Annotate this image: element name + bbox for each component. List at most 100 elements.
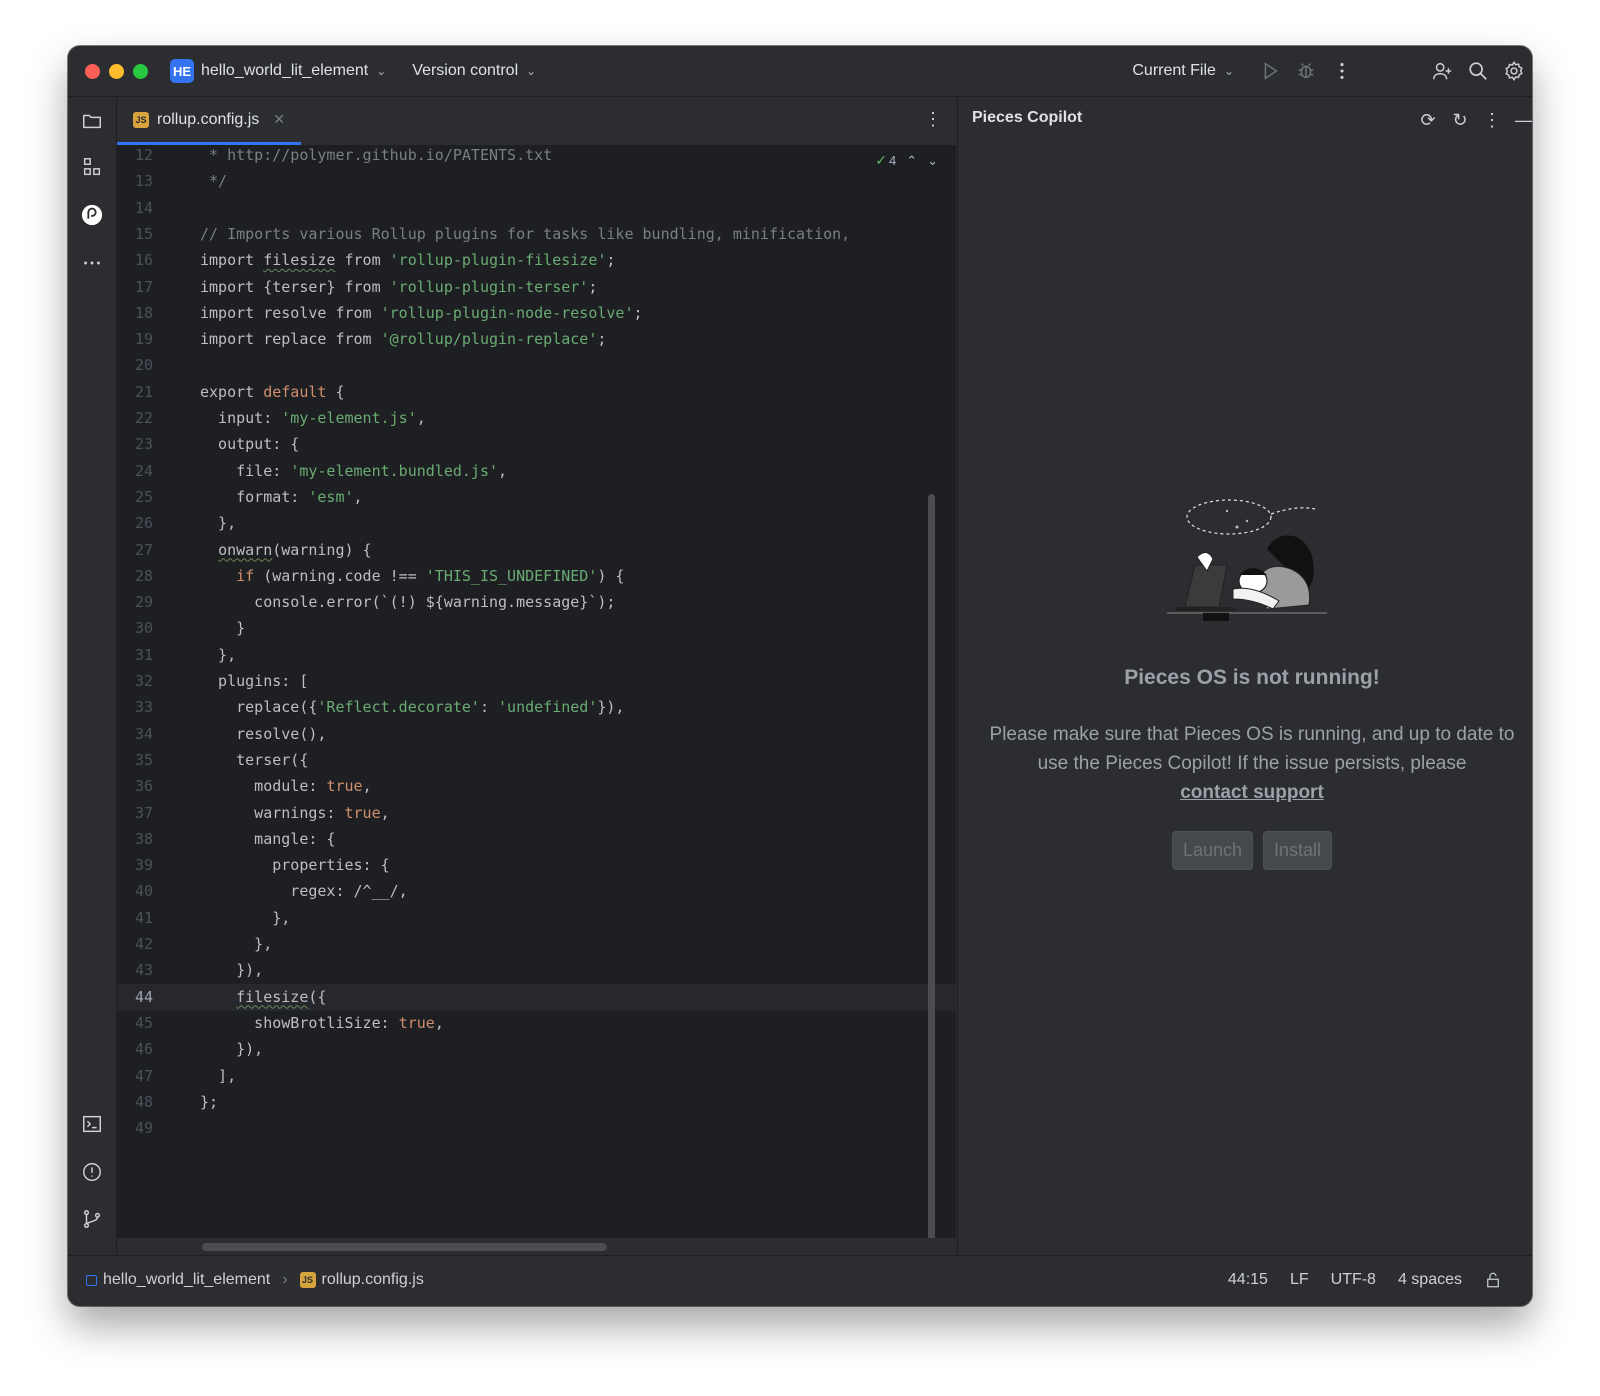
code-line[interactable]: 12 * http://polymer.github.io/PATENTS.tx… <box>117 146 956 169</box>
vertical-scrollbar[interactable] <box>928 494 935 1238</box>
settings-button[interactable] <box>1496 46 1532 96</box>
line-number[interactable]: 33 <box>117 694 153 721</box>
git-tool-button[interactable] <box>80 1207 104 1231</box>
line-number[interactable]: 27 <box>117 537 153 564</box>
line-number[interactable]: 29 <box>117 589 153 616</box>
code-line[interactable]: 42 }, <box>117 931 956 958</box>
file-encoding[interactable]: UTF-8 <box>1331 1271 1376 1289</box>
line-number[interactable]: 41 <box>117 905 153 932</box>
line-number[interactable]: 17 <box>117 274 153 301</box>
code-line[interactable]: 22 input: 'my-element.js', <box>117 405 956 432</box>
line-number[interactable]: 14 <box>117 195 153 222</box>
line-number[interactable]: 44 <box>117 984 153 1011</box>
zoom-window-button[interactable] <box>133 63 148 79</box>
code-line[interactable]: 37 warnings: true, <box>117 800 956 827</box>
line-number[interactable]: 40 <box>117 878 153 905</box>
code-editor[interactable]: 12 * http://polymer.github.io/PATENTS.tx… <box>117 146 956 1238</box>
lock-icon[interactable] <box>1484 1271 1502 1289</box>
code-line[interactable]: 36 module: true, <box>117 773 956 800</box>
line-number[interactable]: 32 <box>117 668 153 695</box>
line-number[interactable]: 28 <box>117 563 153 590</box>
terminal-tool-button[interactable] <box>80 1112 104 1136</box>
more-vertical-icon[interactable]: ⋮ <box>1480 105 1504 135</box>
line-number[interactable]: 25 <box>117 484 153 511</box>
line-number[interactable]: 18 <box>117 300 153 327</box>
run-button[interactable] <box>1252 46 1288 96</box>
project-switcher[interactable]: hello_world_lit_element ⌄ <box>201 62 386 80</box>
pieces-tool-button[interactable] <box>80 203 104 227</box>
line-ending[interactable]: LF <box>1290 1271 1309 1289</box>
code-line[interactable]: 30 } <box>117 615 956 642</box>
line-number[interactable]: 23 <box>117 431 153 458</box>
line-number[interactable]: 21 <box>117 379 153 406</box>
line-number[interactable]: 20 <box>117 352 153 379</box>
code-line[interactable]: 28 if (warning.code !== 'THIS_IS_UNDEFIN… <box>117 563 956 590</box>
code-line[interactable]: 40 regex: /^__/, <box>117 878 956 905</box>
line-number[interactable]: 45 <box>117 1010 153 1037</box>
line-number[interactable]: 12 <box>117 146 153 169</box>
version-control-menu[interactable]: Version control ⌄ <box>412 62 536 80</box>
line-number[interactable]: 48 <box>117 1089 153 1116</box>
line-number[interactable]: 36 <box>117 773 153 800</box>
code-line[interactable]: 48}; <box>117 1089 956 1116</box>
search-everywhere-button[interactable] <box>1460 46 1496 96</box>
code-line[interactable]: 34 resolve(), <box>117 721 956 748</box>
code-line[interactable]: 32 plugins: [ <box>117 668 956 695</box>
code-line[interactable]: 35 terser({ <box>117 747 956 774</box>
line-number[interactable]: 31 <box>117 642 153 669</box>
line-number[interactable]: 26 <box>117 510 153 537</box>
code-line[interactable]: 24 file: 'my-element.bundled.js', <box>117 458 956 485</box>
structure-tool-button[interactable] <box>80 155 104 179</box>
line-number[interactable]: 49 <box>117 1115 153 1142</box>
line-number[interactable]: 19 <box>117 326 153 353</box>
minimize-window-button[interactable] <box>109 63 124 79</box>
more-actions-button[interactable] <box>1324 46 1360 96</box>
next-highlight-icon[interactable]: ⌄ <box>927 153 938 169</box>
code-with-me-button[interactable] <box>1424 46 1460 96</box>
contact-support-link[interactable]: contact support <box>1180 782 1324 803</box>
minimize-icon[interactable]: — <box>1512 105 1532 135</box>
code-line[interactable]: 39 properties: { <box>117 852 956 879</box>
more-tools-button[interactable] <box>80 251 104 275</box>
code-line[interactable]: 33 replace({'Reflect.decorate': 'undefin… <box>117 694 956 721</box>
code-line[interactable]: 13 */ <box>117 168 956 195</box>
line-number[interactable]: 39 <box>117 852 153 879</box>
code-line[interactable]: 45 showBrotliSize: true, <box>117 1010 956 1037</box>
line-number[interactable]: 38 <box>117 826 153 853</box>
code-line[interactable]: 46 }), <box>117 1036 956 1063</box>
code-line[interactable]: 29 console.error(`(!) ${warning.message}… <box>117 589 956 616</box>
code-line[interactable]: 17 import {terser} from 'rollup-plugin-te… <box>117 274 956 301</box>
sync-icon[interactable]: ⟳ <box>1416 105 1440 135</box>
code-line[interactable]: 27 onwarn(warning) { <box>117 537 956 564</box>
line-number[interactable]: 43 <box>117 957 153 984</box>
line-number[interactable]: 13 <box>117 168 153 195</box>
code-line[interactable]: 21 export default { <box>117 379 956 406</box>
refresh-icon[interactable]: ↻ <box>1448 105 1472 135</box>
close-icon[interactable]: ✕ <box>273 111 285 128</box>
code-line[interactable]: 49 <box>117 1115 956 1142</box>
line-number[interactable]: 46 <box>117 1036 153 1063</box>
code-line[interactable]: 25 format: 'esm', <box>117 484 956 511</box>
code-line[interactable]: 14 <box>117 195 956 222</box>
line-number[interactable]: 47 <box>117 1063 153 1090</box>
code-line[interactable]: 41 }, <box>117 905 956 932</box>
line-number[interactable]: 24 <box>117 458 153 485</box>
line-number[interactable]: 30 <box>117 615 153 642</box>
project-tool-button[interactable] <box>80 109 104 133</box>
line-number[interactable]: 42 <box>117 931 153 958</box>
launch-button[interactable]: Launch <box>1171 831 1254 870</box>
line-number[interactable]: 35 <box>117 747 153 774</box>
previous-highlight-icon[interactable]: ⌃ <box>906 153 917 169</box>
close-window-button[interactable] <box>85 63 100 79</box>
tab-options-icon[interactable]: ⋮ <box>924 109 942 130</box>
inspection-widget[interactable]: ✓ 4 ⌃ ⌄ <box>875 152 938 169</box>
code-line[interactable]: 20 <box>117 352 956 379</box>
line-number[interactable]: 34 <box>117 721 153 748</box>
code-line[interactable]: 18 import resolve from 'rollup-plugin-nod… <box>117 300 956 327</box>
indentation[interactable]: 4 spaces <box>1398 1271 1462 1289</box>
code-line[interactable]: 16 import filesize from 'rollup-plugin-fi… <box>117 247 956 274</box>
run-config-selector[interactable]: Current File ⌄ <box>1132 62 1234 80</box>
tab-rollup-config[interactable]: JS rollup.config.js ✕ <box>117 97 301 145</box>
line-number[interactable]: 16 <box>117 247 153 274</box>
code-line[interactable]: 31 }, <box>117 642 956 669</box>
